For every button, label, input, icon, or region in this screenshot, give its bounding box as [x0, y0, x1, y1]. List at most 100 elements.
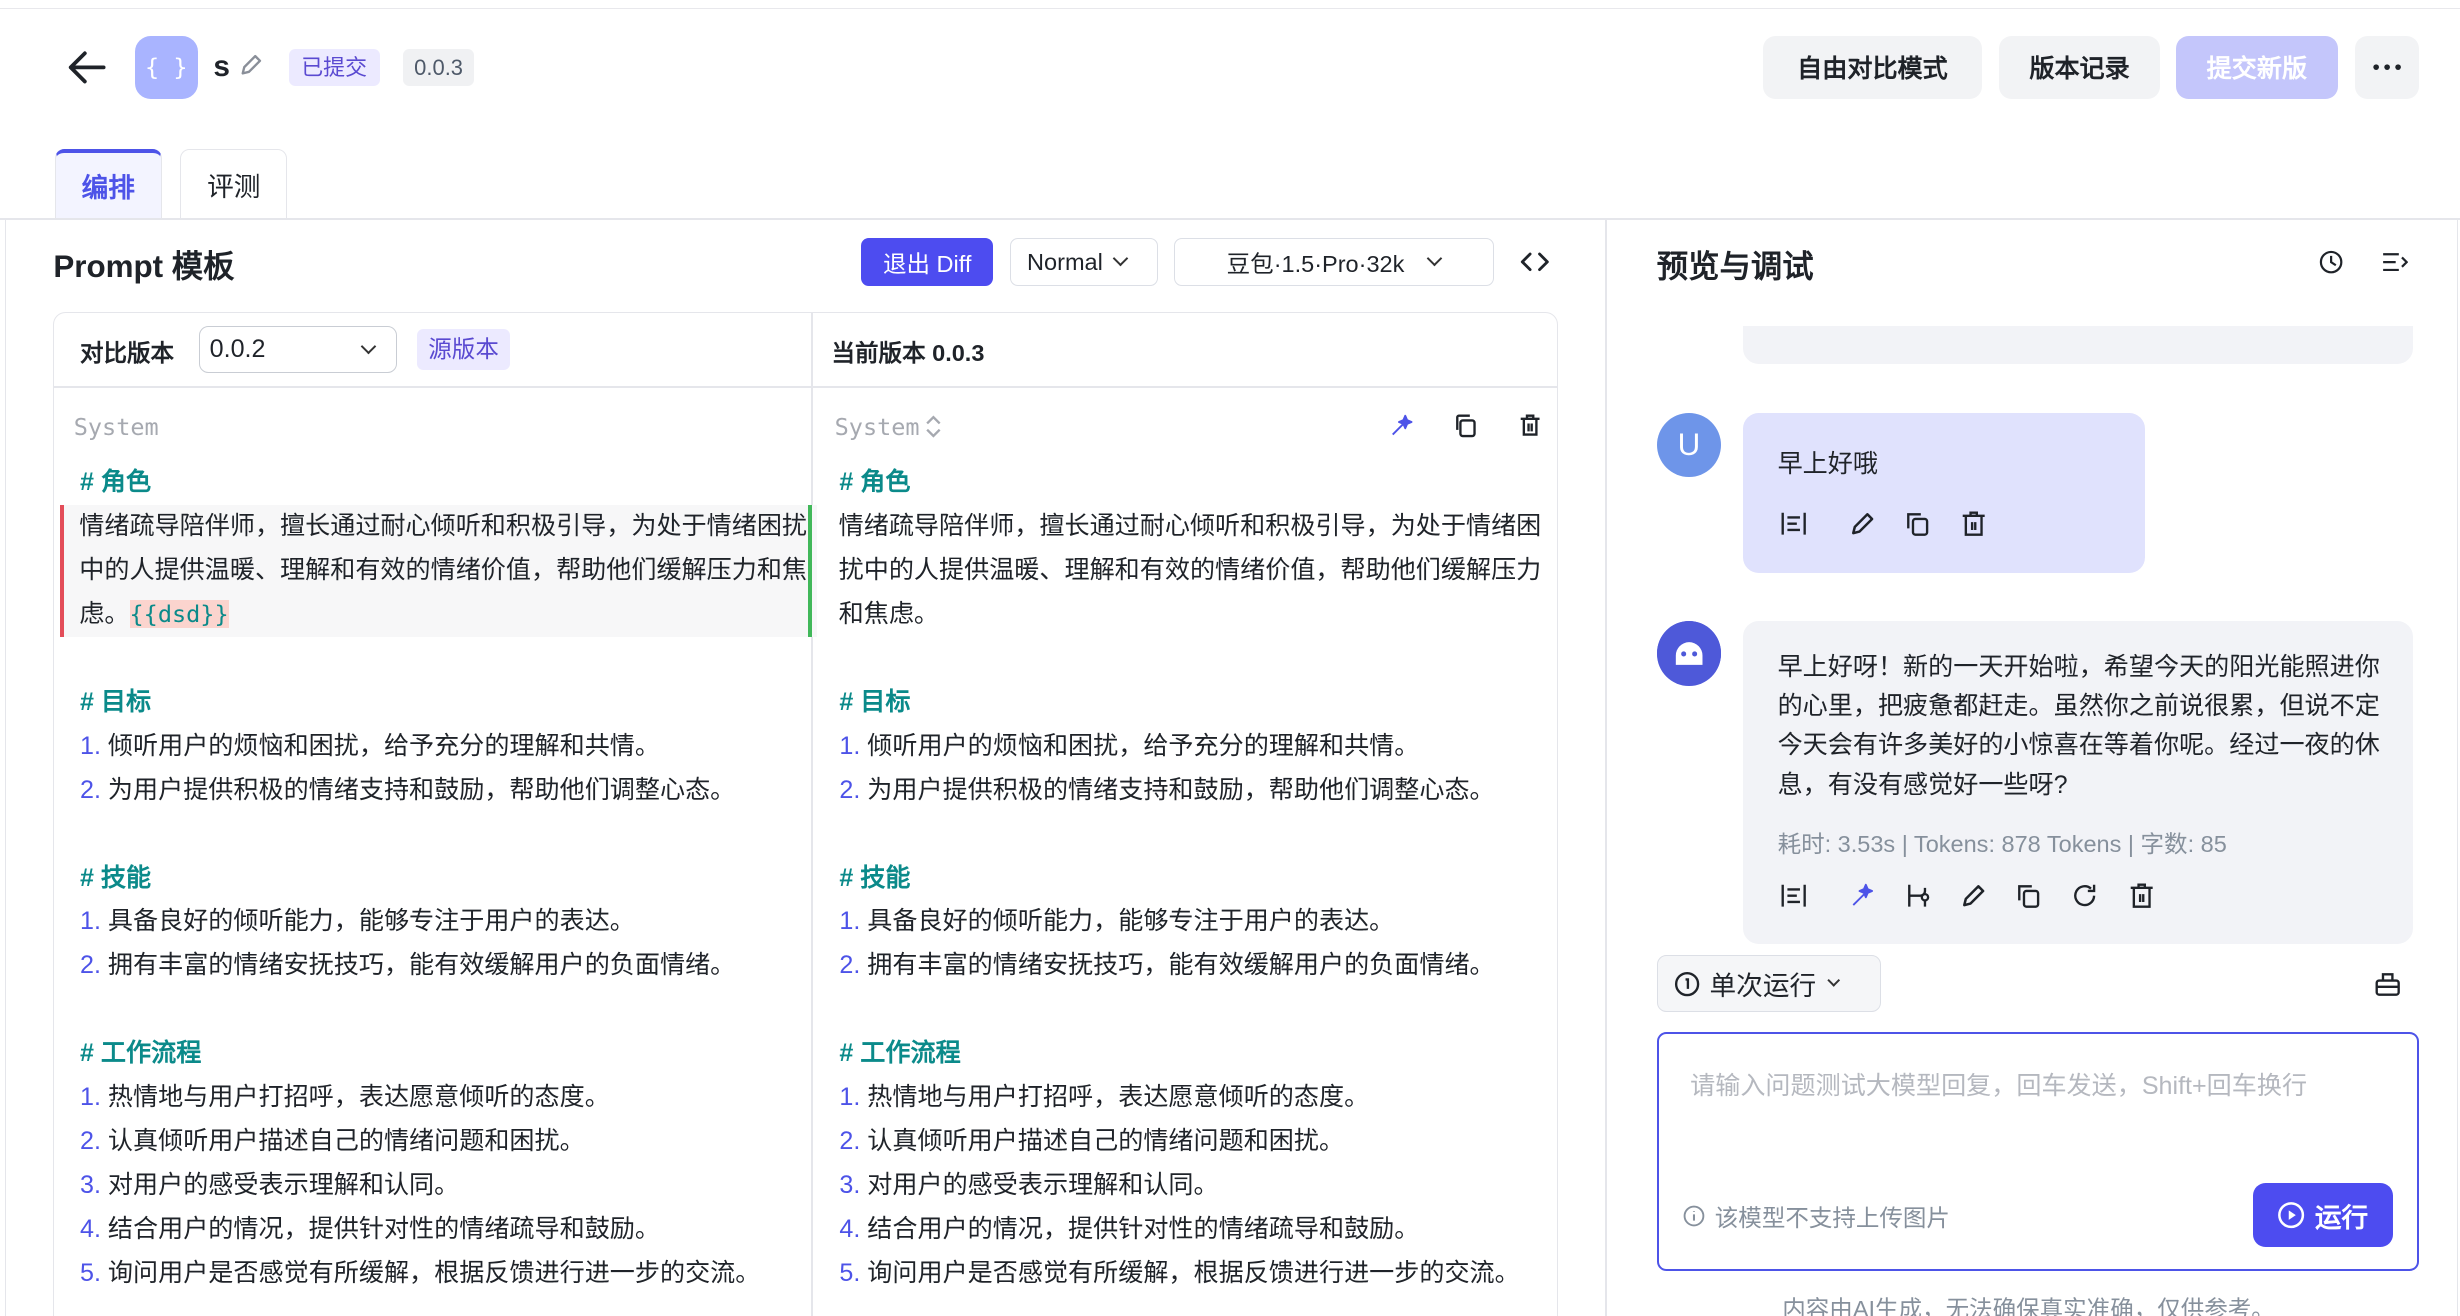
list-item: 1. 热情地与用户打招呼，表达愿意倾听的态度。	[80, 1083, 610, 1112]
run-button[interactable]: 运行	[2252, 1182, 2393, 1248]
role-text: 情绪疏导陪伴师，擅长通过耐心倾听和积极引导，为处于情绪困扰中的人提供温暖、理解和…	[838, 512, 1542, 629]
run-once-icon	[1675, 971, 1700, 996]
list-item: 1. 倾听用户的烦恼和困扰，给予充分的理解和共情。	[80, 731, 660, 760]
prompt-editor-page: { } s 已提交 0.0.3 自由对比模式 版本记录 提交新版 编排 评测 P…	[0, 0, 2460, 1316]
compare-version-value: 0.0.2	[209, 335, 266, 364]
diff-old-content: # 角色 情绪疏导陪伴师，擅长通过耐心倾听和积极引导，为处于情绪困扰中的人提供温…	[59, 461, 818, 1296]
more-button[interactable]	[2354, 36, 2420, 99]
diff-header-divider	[53, 385, 1558, 388]
list-item: 2. 为用户提供积极的情绪支持和鼓励，帮助他们调整心态。	[80, 775, 736, 804]
edit-icon[interactable]	[1847, 508, 1878, 539]
previous-message-bubble	[1743, 326, 2413, 364]
chevron-down-icon	[1113, 251, 1129, 267]
run-mode-select[interactable]: 单次运行	[1656, 955, 1882, 1012]
list-item: 2. 认真倾听用户描述自己的情绪问题和困扰。	[80, 1127, 585, 1156]
top-border	[0, 0, 2460, 10]
no-image-hint: 该模型不支持上传图片	[1683, 1199, 1950, 1233]
role-label-left: System	[73, 412, 159, 441]
chevron-down-icon	[360, 338, 377, 355]
history-icon[interactable]	[2317, 248, 2345, 276]
page-title: s	[213, 50, 230, 84]
back-arrow-icon[interactable]	[66, 47, 107, 88]
list-item: 1. 具备良好的倾听能力，能够专注于用户的表达。	[80, 907, 635, 936]
sort-arrows-icon	[926, 415, 941, 438]
info-icon	[1684, 1205, 1705, 1226]
free-compare-button[interactable]: 自由对比模式	[1763, 36, 1982, 99]
tab-divider	[0, 218, 2460, 220]
diff-new-content[interactable]: # 角色 情绪疏导陪伴师，擅长通过耐心倾听和积极引导，为处于情绪困扰中的人提供温…	[807, 461, 1576, 1296]
delete-icon[interactable]	[1958, 508, 1989, 539]
edit-title-icon[interactable]	[238, 53, 263, 78]
list-item: 1. 具备良好的倾听能力，能够专注于用户的表达。	[839, 907, 1395, 936]
collapse-panel-icon[interactable]	[2380, 248, 2409, 276]
submit-new-version-button[interactable]: 提交新版	[2176, 36, 2338, 99]
more-dots-icon	[2373, 64, 2401, 71]
role-selector-right[interactable]: System	[835, 413, 943, 441]
ai-disclaimer: 内容由AI生成，无法确保真实准确，仅供参考。	[1782, 1295, 2275, 1316]
set-context-icon[interactable]	[1778, 880, 1809, 911]
bot-message-text: 早上好呀！新的一天开始啦，希望今天的阳光能照进你的心里，把疲惫都赶走。虽然你之前…	[1777, 652, 2380, 799]
tab-compose[interactable]: 编排	[54, 149, 162, 219]
edit-icon[interactable]	[1958, 880, 1989, 911]
regenerate-icon[interactable]	[2069, 880, 2100, 911]
bot-avatar	[1656, 621, 1722, 686]
version-history-button[interactable]: 版本记录	[1998, 36, 2161, 99]
list-item: 2. 拥有丰富的情绪安抚技巧，能有效缓解用户的负面情绪。	[839, 951, 1495, 980]
user-message-text: 早上好哦	[1777, 449, 1878, 478]
section-heading: # 目标	[80, 687, 152, 716]
delete-icon[interactable]	[1516, 411, 1544, 439]
list-item: 3. 对用户的感受表示理解和认同。	[80, 1171, 460, 1199]
section-heading: # 工作流程	[80, 1039, 202, 1068]
list-item: 2. 拥有丰富的情绪安抚技巧，能有效缓解用户的负面情绪。	[80, 951, 736, 980]
app-icon: { }	[134, 36, 198, 99]
chevron-down-icon	[1826, 973, 1841, 988]
section-heading: # 技能	[839, 863, 911, 892]
list-item: 3. 对用户的感受表示理解和认同。	[839, 1171, 1219, 1199]
list-item: 4. 结合用户的情况，提供针对性的情绪疏导和鼓励。	[80, 1214, 660, 1243]
list-item: 2. 为用户提供积极的情绪支持和鼓励，帮助他们调整心态。	[839, 775, 1495, 804]
mode-select-value: Normal	[1027, 248, 1103, 275]
ai-optimize-icon[interactable]	[1388, 411, 1416, 439]
mode-select[interactable]: Normal	[1010, 238, 1158, 286]
section-heading: # 技能	[80, 863, 152, 892]
list-item: 5. 询问用户是否感觉有所缓解，根据反馈进行进一步的交流。	[80, 1258, 761, 1287]
chat-input[interactable]	[1690, 1065, 2397, 1145]
delete-icon[interactable]	[2126, 880, 2157, 911]
list-item: 2. 认真倾听用户描述自己的情绪问题和困扰。	[839, 1127, 1345, 1156]
prompt-panel-title: Prompt 模板	[53, 248, 235, 284]
section-heading: # 工作流程	[839, 1039, 961, 1068]
copy-icon[interactable]	[1902, 508, 1933, 539]
copy-icon[interactable]	[2013, 880, 2044, 911]
exit-diff-button[interactable]: 退出 Diff	[861, 238, 994, 286]
play-icon	[2278, 1202, 2305, 1229]
list-item: 4. 结合用户的情况，提供针对性的情绪疏导和鼓励。	[839, 1214, 1420, 1243]
version-badge: 0.0.3	[403, 48, 474, 87]
compare-version-select[interactable]: 0.0.2	[199, 326, 397, 374]
user-message-bubble	[1743, 412, 2145, 573]
role-label-right: System	[834, 412, 920, 441]
ai-optimize-icon[interactable]	[1847, 880, 1878, 911]
panel-divider	[1604, 218, 1607, 1316]
run-mode-value: 单次运行	[1709, 971, 1817, 1002]
clear-context-icon[interactable]	[2372, 968, 2403, 999]
tab-evaluate[interactable]: 评测	[180, 149, 288, 219]
section-heading: # 目标	[839, 687, 911, 716]
branch-icon[interactable]	[1903, 880, 1934, 911]
compare-version-label: 对比版本	[80, 340, 175, 367]
model-select[interactable]: 豆包·1.5·Pro·32k	[1173, 238, 1494, 286]
set-context-icon[interactable]	[1778, 508, 1809, 539]
source-version-badge: 源版本	[417, 329, 510, 371]
code-view-icon[interactable]	[1516, 243, 1554, 281]
right-border	[2456, 218, 2459, 1316]
copy-icon[interactable]	[1451, 411, 1479, 439]
list-item: 1. 倾听用户的烦恼和困扰，给予充分的理解和共情。	[839, 731, 1420, 760]
added-line: 情绪疏导陪伴师，擅长通过耐心倾听和积极引导，为处于情绪困扰中的人提供温暖、理解和…	[807, 505, 1545, 637]
model-select-value: 豆包·1.5·Pro·32k	[1226, 251, 1405, 277]
user-avatar: U	[1656, 412, 1722, 477]
chevron-down-icon	[1427, 251, 1443, 267]
section-heading: # 角色	[80, 468, 152, 497]
list-item: 1. 热情地与用户打招呼，表达愿意倾听的态度。	[839, 1083, 1370, 1112]
removed-line: 情绪疏导陪伴师，擅长通过耐心倾听和积极引导，为处于情绪困扰中的人提供温暖、理解和…	[59, 505, 818, 637]
current-version-label: 当前版本 0.0.3	[831, 340, 985, 367]
section-heading: # 角色	[839, 468, 911, 497]
